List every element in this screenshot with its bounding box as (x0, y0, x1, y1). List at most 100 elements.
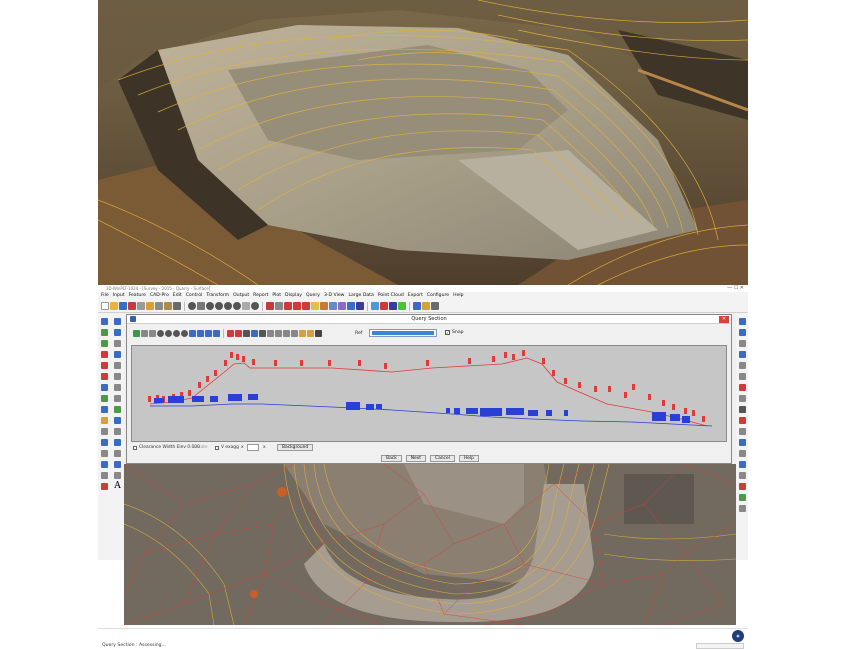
undo-icon[interactable] (173, 302, 181, 310)
menu-3d-view[interactable]: 3-D View (324, 292, 344, 300)
text-size-down-icon[interactable] (235, 329, 242, 337)
symbol-icon[interactable] (320, 302, 328, 310)
text-tool-icon[interactable] (284, 302, 292, 310)
zoom-window-dialog-icon[interactable] (181, 329, 188, 337)
lock-right-icon[interactable] (738, 450, 746, 457)
contour-icon[interactable] (347, 302, 355, 310)
zoom-window-icon[interactable] (197, 302, 205, 310)
zoom-in-icon[interactable] (188, 302, 196, 310)
check-right-icon[interactable] (738, 505, 746, 512)
select-right-icon[interactable] (738, 329, 746, 336)
point-cloud-icon[interactable] (371, 302, 379, 310)
menu-help[interactable]: Help (453, 292, 463, 300)
delete-icon[interactable] (101, 373, 108, 380)
select-icon[interactable] (101, 318, 108, 325)
menu-cad-pro[interactable]: CAD-Pro (150, 292, 169, 300)
text-a-icon[interactable]: A (114, 482, 121, 491)
layers-icon[interactable] (101, 417, 108, 424)
text-size-up-icon[interactable] (227, 329, 234, 337)
layer-manager-icon[interactable] (398, 302, 406, 310)
hand-right-icon[interactable] (738, 461, 746, 468)
offset-icon[interactable] (114, 373, 121, 380)
map-right-icon[interactable] (738, 494, 746, 501)
menu-point-cloud[interactable]: Point Cloud (378, 292, 404, 300)
pen-icon[interactable] (251, 329, 258, 337)
menu-display[interactable]: Display (285, 292, 302, 300)
inverse-icon[interactable] (101, 439, 108, 446)
fence-icon[interactable] (101, 472, 108, 479)
move-icon[interactable] (114, 340, 121, 347)
settings-icon[interactable] (431, 302, 439, 310)
vexagg-checkbox[interactable] (215, 446, 219, 450)
dim-right-icon[interactable] (738, 362, 746, 369)
attribute-icon[interactable] (114, 417, 121, 424)
zoom-out-dialog-icon[interactable] (165, 329, 172, 337)
point-icon[interactable] (101, 329, 108, 336)
draw-right-icon[interactable] (738, 483, 746, 490)
fill-right-icon[interactable] (738, 472, 746, 479)
layer-icon[interactable] (266, 302, 274, 310)
next-button[interactable]: Next (405, 455, 426, 462)
menu-configure[interactable]: Configure (427, 292, 449, 300)
text-style-icon[interactable] (243, 329, 250, 337)
table-dialog-icon[interactable] (267, 329, 274, 337)
line-right-icon[interactable] (738, 340, 746, 347)
volume-icon[interactable] (356, 302, 364, 310)
break-icon[interactable] (101, 351, 108, 358)
tag-right-icon[interactable] (738, 439, 746, 446)
bracket-icon[interactable] (283, 329, 290, 337)
arrow-down-icon[interactable] (213, 329, 220, 337)
zoom-previous-icon[interactable] (224, 302, 232, 310)
triangle-right-icon[interactable] (738, 351, 746, 358)
ref-dropdown[interactable] (369, 329, 437, 337)
arrow-left-icon[interactable] (189, 329, 196, 337)
menu-transform[interactable]: Transform (206, 292, 229, 300)
section-icon[interactable] (133, 329, 140, 337)
zoom-extents-icon[interactable] (215, 302, 223, 310)
highlight-icon[interactable] (311, 302, 319, 310)
dimension-icon[interactable] (101, 461, 108, 468)
measure-icon[interactable] (389, 302, 397, 310)
menu-input[interactable]: Input (113, 292, 125, 300)
line-color-icon[interactable] (302, 302, 310, 310)
vehicle-icon[interactable] (149, 329, 156, 337)
rotate-icon[interactable] (101, 384, 108, 391)
profile-icon[interactable] (141, 329, 148, 337)
copy-feature-icon[interactable] (114, 395, 121, 402)
angle-right-icon[interactable] (738, 373, 746, 380)
line-style-icon[interactable] (315, 329, 322, 337)
background-button[interactable]: Background (277, 444, 314, 451)
menu-output[interactable]: Output (233, 292, 249, 300)
pencil-dialog-icon[interactable] (307, 329, 314, 337)
zoom-extents-dialog-icon[interactable] (173, 329, 180, 337)
close-icon[interactable]: ✕ (719, 316, 729, 323)
grid-icon[interactable] (275, 302, 283, 310)
pan-hand-icon[interactable] (242, 302, 250, 310)
window-controls[interactable]: — ☐ ✕ (727, 285, 744, 292)
node-icon[interactable] (114, 329, 121, 336)
vexagg-input[interactable] (247, 444, 259, 451)
menu-export[interactable]: Export (408, 292, 423, 300)
new-file-icon[interactable] (101, 302, 109, 310)
plan-view-canvas[interactable] (124, 464, 736, 625)
symbol-insert-icon[interactable] (114, 450, 121, 457)
menu-edit[interactable]: Edit (173, 292, 182, 300)
clearance-checkbox[interactable] (133, 446, 137, 450)
snap-checkbox[interactable]: ✓ (445, 330, 450, 335)
text-right-icon[interactable] (738, 428, 746, 435)
save-icon[interactable] (119, 302, 127, 310)
list-icon[interactable] (101, 428, 108, 435)
section-profile-plot[interactable] (131, 345, 727, 442)
trim-icon[interactable] (101, 362, 108, 369)
spline-icon[interactable] (114, 472, 121, 479)
hatch-icon[interactable] (101, 450, 108, 457)
draw-line-icon[interactable] (101, 483, 108, 490)
help-button[interactable]: Help (458, 455, 479, 462)
zoom-realtime-icon[interactable] (251, 302, 259, 310)
menu-feature[interactable]: Feature (129, 292, 146, 300)
chart-icon[interactable] (101, 395, 108, 402)
arrow-up-icon[interactable] (205, 329, 212, 337)
scale-icon[interactable] (114, 384, 121, 391)
label-icon[interactable] (114, 461, 121, 468)
north-arrow-icon[interactable] (293, 302, 301, 310)
